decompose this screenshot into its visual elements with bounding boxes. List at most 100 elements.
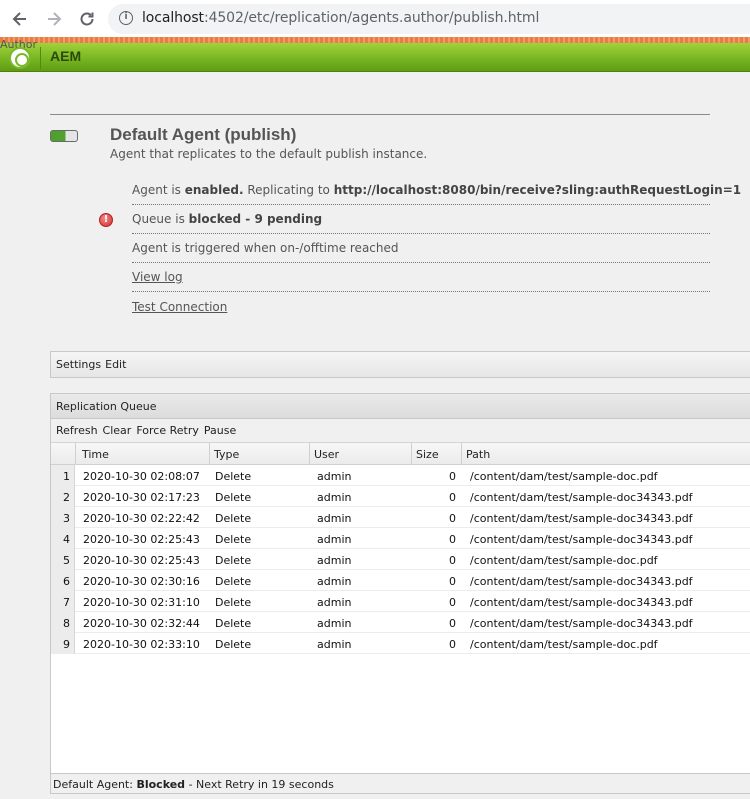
cell-path: /content/dam/test/sample-doc34343.pdf [470, 533, 693, 546]
row-number: 7 [51, 591, 75, 612]
column-path[interactable]: Path [466, 448, 490, 461]
test-connection-link[interactable]: Test Connection [132, 300, 227, 314]
queue-grid-header: Time Type User Size Path [51, 443, 750, 465]
edit-settings-button[interactable]: Edit [105, 358, 126, 371]
table-row[interactable]: 2 2020-10-30 02:17:23 Delete admin 0/content… [51, 486, 750, 507]
row-number: 8 [51, 612, 75, 633]
agent-enabled-toggle[interactable] [50, 130, 78, 142]
pause-button[interactable]: Pause [204, 424, 236, 437]
cell-user: admin [317, 512, 352, 525]
app-title[interactable]: AEM [50, 48, 81, 64]
aem-header-bar [0, 43, 750, 72]
cell-size: 0 [449, 512, 456, 525]
view-log-link[interactable]: View log [132, 270, 183, 284]
arrow-left-icon [12, 12, 26, 26]
agent-title: Default Agent (publish) [110, 125, 297, 144]
row-number: 3 [51, 507, 75, 528]
refresh-button[interactable]: Refresh [56, 424, 98, 437]
clear-button[interactable]: Clear [103, 424, 132, 437]
cell-size: 0 [449, 491, 456, 504]
row-number: 5 [51, 549, 75, 570]
header-divider [40, 47, 41, 69]
table-row[interactable]: 6 2020-10-30 02:30:16 Delete admin 0/content… [51, 570, 750, 591]
queue-status-row: Queue is blocked - 9 pending [132, 205, 710, 234]
table-row[interactable]: 8 2020-10-30 02:32:44 Delete admin 0/content… [51, 612, 750, 633]
row-number: 1 [51, 465, 75, 486]
row-number: 9 [51, 633, 75, 654]
cell-user: admin [317, 470, 352, 483]
cell-user: admin [317, 596, 352, 609]
column-time[interactable]: Time [82, 448, 109, 461]
cell-time: 2020-10-30 02:31:10 [83, 596, 200, 609]
cell-size: 0 [449, 617, 456, 630]
cell-time: 2020-10-30 02:17:23 [83, 491, 200, 504]
cell-type: Delete [215, 638, 252, 651]
cell-time: 2020-10-30 02:30:16 [83, 575, 200, 588]
table-row[interactable]: 9 2020-10-30 02:33:10 Delete admin 0/content… [51, 633, 750, 654]
agent-description: Agent that replicates to the default pub… [110, 147, 428, 161]
column-size[interactable]: Size [416, 448, 439, 461]
cell-size: 0 [449, 575, 456, 588]
cell-type: Delete [215, 533, 252, 546]
cell-type: Delete [215, 470, 252, 483]
back-button[interactable] [8, 7, 32, 31]
arrow-right-icon [48, 12, 62, 26]
column-type[interactable]: Type [214, 448, 239, 461]
cell-size: 0 [449, 554, 456, 567]
table-row[interactable]: 7 2020-10-30 02:31:10 Delete admin 0/content… [51, 591, 750, 612]
cell-user: admin [317, 617, 352, 630]
cell-user: admin [317, 491, 352, 504]
replication-queue-panel: Replication Queue Refresh Clear Force Re… [50, 393, 750, 794]
settings-label: Settings [56, 358, 102, 371]
error-icon: ! [99, 213, 113, 227]
url-text[interactable]: localhost:4502/etc/replication/agents.au… [142, 10, 539, 26]
cell-time: 2020-10-30 02:33:10 [83, 638, 200, 651]
cell-path: /content/dam/test/sample-doc34343.pdf [470, 512, 693, 525]
cell-path: /content/dam/test/sample-doc34343.pdf [470, 575, 693, 588]
site-info-icon[interactable]: i [119, 11, 133, 25]
forward-button[interactable] [42, 7, 66, 31]
cell-size: 0 [449, 638, 456, 651]
trigger-row: Agent is triggered when on-/offtime reac… [132, 234, 710, 263]
row-number: 6 [51, 570, 75, 591]
cell-user: admin [317, 554, 352, 567]
cell-type: Delete [215, 512, 252, 525]
cell-type: Delete [215, 554, 252, 567]
cell-user: admin [317, 575, 352, 588]
row-number: 2 [51, 486, 75, 507]
reload-icon [80, 12, 94, 26]
cell-path: /content/dam/test/sample-doc34343.pdf [470, 617, 693, 630]
agent-divider [50, 114, 710, 115]
cell-path: /content/dam/test/sample-doc34343.pdf [470, 596, 693, 609]
cell-path: /content/dam/test/sample-doc.pdf [470, 638, 658, 651]
cell-size: 0 [449, 596, 456, 609]
test-connection-row: Test Connection [132, 292, 710, 321]
table-row[interactable]: 5 2020-10-30 02:25:43 Delete admin 0/content… [51, 549, 750, 570]
queue-toolbar: Refresh Clear Force Retry Pause [51, 419, 750, 443]
cell-time: 2020-10-30 02:25:43 [83, 533, 200, 546]
browser-toolbar: i localhost:4502/etc/replication/agents.… [0, 0, 750, 37]
cell-time: 2020-10-30 02:08:07 [83, 470, 200, 483]
table-row[interactable]: 1 2020-10-30 02:08:07 Delete admin 0/content… [51, 465, 750, 486]
cell-type: Delete [215, 596, 252, 609]
cell-size: 0 [449, 533, 456, 546]
row-number: 4 [51, 528, 75, 549]
cell-type: Delete [215, 491, 252, 504]
agent-status-row: Agent is enabled. Replicating to http://… [132, 176, 741, 205]
cell-path: /content/dam/test/sample-doc.pdf [470, 554, 658, 567]
cell-time: 2020-10-30 02:32:44 [83, 617, 200, 630]
cell-path: /content/dam/test/sample-doc.pdf [470, 470, 658, 483]
table-row[interactable]: 4 2020-10-30 02:25:43 Delete admin 0/content… [51, 528, 750, 549]
table-row[interactable]: 3 2020-10-30 02:22:42 Delete admin 0/content… [51, 507, 750, 528]
cell-user: admin [317, 533, 352, 546]
aem-logo-icon[interactable] [9, 47, 31, 69]
cell-path: /content/dam/test/sample-doc34343.pdf [470, 491, 693, 504]
queue-status-bar: Default Agent: Blocked - Next Retry in 1… [51, 773, 750, 793]
settings-bar: Settings Edit [50, 351, 750, 378]
column-user[interactable]: User [314, 448, 339, 461]
reload-button[interactable] [75, 7, 99, 31]
queue-grid-body: 1 2020-10-30 02:08:07 Delete admin 0/content… [51, 465, 750, 654]
cell-type: Delete [215, 575, 252, 588]
force-retry-button[interactable]: Force Retry [136, 424, 199, 437]
cell-time: 2020-10-30 02:25:43 [83, 554, 200, 567]
